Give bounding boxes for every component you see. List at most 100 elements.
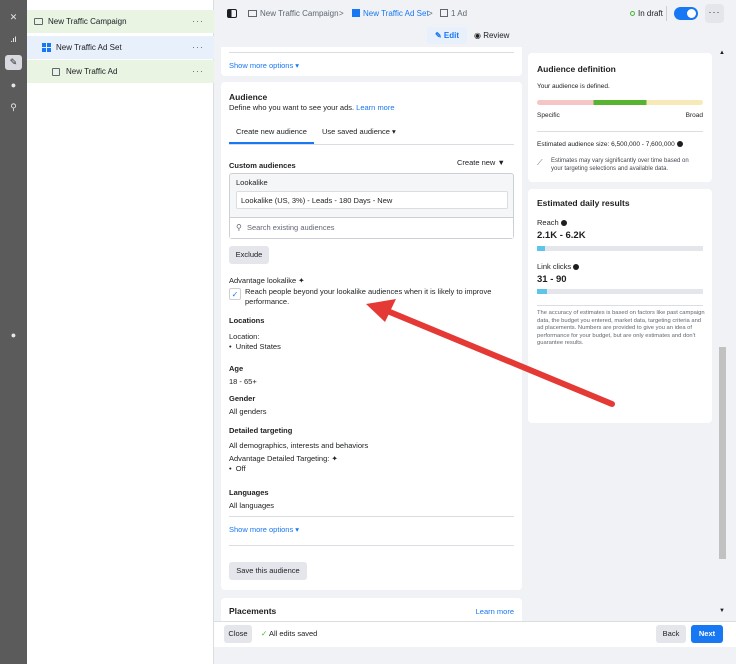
pencil-icon[interactable]: ✎ [5, 55, 22, 70]
next-button[interactable]: Next [691, 625, 723, 643]
placements-title: Placements [229, 606, 277, 616]
audience-definition-status: Your audience is defined. [537, 83, 610, 90]
close-button[interactable]: Close [224, 625, 252, 643]
lookalike-header: Lookalike [236, 178, 268, 187]
footer-bar: Close ✓ All edits saved Back Next [214, 621, 736, 647]
estimated-results-title: Estimated daily results [537, 198, 630, 208]
show-more-options-link[interactable]: Show more options ▾ [229, 61, 299, 70]
review-tab[interactable]: ◉ Review [474, 27, 509, 44]
search-icon: ⚲ [236, 223, 242, 232]
placements-card: Placements Learn more [221, 598, 522, 623]
chevron-right-icon: > [428, 9, 433, 18]
close-label: Close [228, 629, 248, 638]
grid-icon [352, 9, 360, 17]
eye-icon: ◉ [474, 31, 484, 40]
reach-value: 2.1K - 6.2K [537, 230, 586, 241]
top-bar: New Traffic Campaign > New Traffic Ad Se… [214, 0, 736, 47]
ad-icon [440, 9, 448, 17]
location-text: United States [235, 342, 281, 351]
breadcrumb-label: New Traffic Ad Set [363, 9, 429, 18]
gender-value: All genders [229, 407, 267, 416]
audience-size-text: Estimated audience size: 6,500,000 - 7,6… [537, 141, 675, 148]
detailed-targeting-label: Detailed targeting [229, 426, 293, 435]
scroll-up-icon[interactable]: ▲ [719, 50, 725, 56]
estimate-disclaimer: The accuracy of estimates is based on fa… [537, 310, 705, 346]
breadcrumb-adset[interactable]: New Traffic Ad Set [352, 9, 429, 18]
left-rail: ✕ .ıl ✎ ● ⚲ ● [0, 0, 27, 664]
search-icon[interactable]: ⚲ [5, 100, 22, 115]
learn-more-link[interactable]: Learn more [356, 103, 394, 112]
divider [666, 6, 667, 21]
more-icon[interactable]: ··· [192, 67, 204, 76]
adv-detailed-text: Advantage Detailed Targeting: [229, 454, 330, 463]
advantage-lookalike-description: Reach people beyond your lookalike audie… [245, 287, 492, 306]
tree-item-label: New Traffic Ad Set [56, 43, 122, 52]
tree-item-ad[interactable]: New Traffic Ad ··· [27, 60, 214, 83]
ad-icon [52, 67, 60, 76]
audience-description: Define who you want to see your ads. Lea… [229, 103, 395, 112]
show-more-options-link[interactable]: Show more options ▾ [229, 525, 299, 534]
link-clicks-bar-fill [537, 289, 547, 294]
more-icon[interactable]: ··· [192, 43, 204, 52]
advantage-lookalike-label: Advantage lookalike ✦ [229, 276, 305, 285]
tree-item-label: New Traffic Campaign [48, 17, 127, 26]
back-button[interactable]: Back [656, 625, 686, 643]
tab-use-saved-audience[interactable]: Use saved audience ▾ [315, 122, 403, 136]
advantage-detailed-label: Advantage Detailed Targeting: ✦ [229, 454, 338, 463]
grid-icon [42, 43, 51, 52]
audience-definition-card: Audience definition Your audience is def… [528, 53, 712, 182]
advantage-lookalike-checkbox[interactable]: ✓ [229, 288, 241, 300]
next-label: Next [698, 629, 716, 638]
audience-chip[interactable]: Lookalike (US, 3%) - Leads - 180 Days - … [236, 191, 508, 209]
toggle-panel-icon[interactable] [227, 9, 237, 18]
caret-down-icon: ▼ [497, 158, 505, 167]
draft-status: In draft [638, 9, 663, 18]
placements-learn-more-link[interactable]: Learn more [476, 607, 514, 616]
breadcrumb-ad[interactable]: 1 Ad [440, 9, 467, 18]
reach-bar-fill [537, 246, 546, 251]
scrollbar[interactable]: ▲ ▼ [717, 47, 728, 621]
back-label: Back [662, 629, 680, 638]
pencil-icon: ✎ [434, 31, 444, 40]
custom-audiences-label: Custom audiences [229, 161, 296, 170]
tab-create-new-audience[interactable]: Create new audience [229, 122, 314, 144]
info-icon[interactable]: ● [5, 328, 22, 343]
chevron-right-icon: > [339, 9, 344, 18]
breadcrumb-label: 1 Ad [451, 9, 468, 18]
gender-label: Gender [229, 394, 256, 403]
tree-item-campaign[interactable]: New Traffic Campaign ··· [27, 10, 214, 33]
more-icon[interactable]: ··· [192, 17, 204, 26]
edit-tab[interactable]: ✎ Edit [427, 27, 467, 44]
clock-icon[interactable]: ● [5, 78, 22, 93]
chart-icon[interactable]: .ıl [5, 33, 22, 48]
draft-toggle[interactable] [674, 7, 698, 20]
more-menu-button[interactable]: ··· [705, 4, 724, 23]
estimated-audience-size: Estimated audience size: 6,500,000 - 7,6… [537, 141, 683, 148]
create-new-dropdown[interactable]: Create new ▼ [457, 158, 505, 167]
estimated-results-card: Estimated daily results Reach 2.1K - 6.2… [528, 189, 712, 423]
audience-desc-text: Define who you want to see your ads. [229, 103, 355, 112]
audience-definition-title: Audience definition [537, 64, 616, 74]
save-audience-button[interactable]: Save this audience [229, 562, 307, 580]
scroll-down-icon[interactable]: ▼ [719, 608, 725, 614]
audience-title: Audience [229, 92, 268, 102]
breadcrumb-campaign[interactable]: New Traffic Campaign [248, 9, 339, 18]
review-label: Review [483, 31, 510, 40]
age-label: Age [229, 364, 244, 373]
scrollbar-thumb[interactable] [719, 347, 726, 559]
close-icon[interactable]: ✕ [5, 10, 22, 25]
tree-item-label: New Traffic Ad [66, 67, 118, 76]
link-clicks-value: 31 - 90 [537, 274, 567, 285]
exclude-label: Exclude [235, 250, 263, 259]
save-status: ✓ All edits saved [261, 629, 317, 638]
meter-broad-label: Broad [685, 112, 703, 119]
info-icon [560, 220, 567, 226]
languages-value: All languages [229, 501, 275, 510]
tree-item-adset[interactable]: New Traffic Ad Set ··· [27, 36, 214, 59]
folder-icon [34, 18, 43, 25]
advantage-detailed-value: • Off [229, 464, 246, 473]
search-audiences-input[interactable]: ⚲ Search existing audiences [230, 217, 513, 238]
campaign-tree: New Traffic Campaign ··· New Traffic Ad … [27, 0, 214, 664]
languages-label: Languages [229, 488, 269, 497]
exclude-button[interactable]: Exclude [229, 246, 269, 264]
